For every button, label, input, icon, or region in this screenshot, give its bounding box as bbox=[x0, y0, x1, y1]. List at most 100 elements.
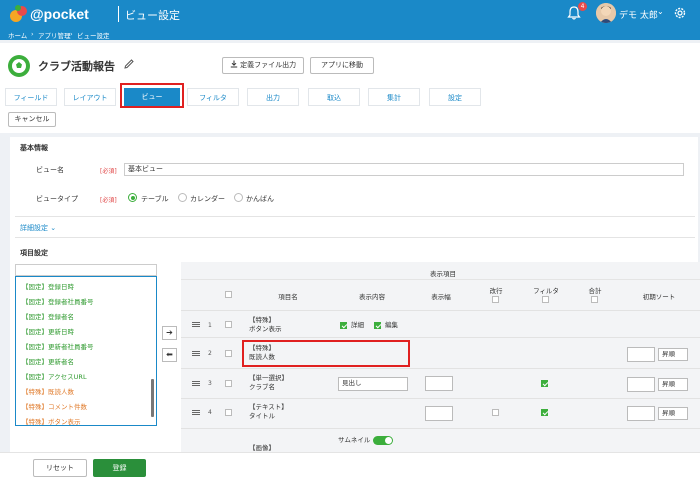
tab-settings[interactable]: 設定 bbox=[429, 88, 481, 106]
select-all-checkbox[interactable] bbox=[225, 291, 232, 298]
user-name[interactable]: デモ 太郎 bbox=[619, 8, 658, 21]
cancel-button[interactable]: キャンセル bbox=[8, 112, 56, 127]
row-checkbox[interactable] bbox=[225, 409, 232, 416]
breadcrumb-home[interactable]: ホーム bbox=[8, 30, 27, 40]
filter-all-checkbox[interactable] bbox=[542, 296, 549, 303]
sort-order-input[interactable] bbox=[627, 377, 655, 392]
required-badge: [必須] bbox=[100, 197, 117, 204]
width-input[interactable] bbox=[425, 406, 453, 421]
list-item[interactable]: 【固定】アクセスURL bbox=[22, 371, 87, 381]
row-type: 【特殊】 bbox=[249, 316, 275, 324]
total-all-checkbox[interactable] bbox=[591, 296, 598, 303]
brand-name[interactable]: @pocket bbox=[30, 6, 89, 22]
row-number: 2 bbox=[208, 350, 212, 357]
row-item-name: クラブ名 bbox=[249, 383, 275, 391]
tab-field[interactable]: フィールド bbox=[5, 88, 57, 106]
list-item[interactable]: 【固定】登録日時 bbox=[22, 281, 74, 291]
logo-icon bbox=[10, 5, 27, 22]
detail-checkbox[interactable] bbox=[340, 322, 347, 329]
arrow-left-icon[interactable]: ⬅ bbox=[162, 348, 177, 362]
gear-icon[interactable] bbox=[672, 5, 688, 21]
chevron-down-icon[interactable]: ⌄ bbox=[657, 7, 664, 16]
item-settings-heading: 項目設定 bbox=[20, 249, 48, 257]
row-number: 3 bbox=[208, 380, 212, 387]
detail-settings-label: 詳細設定 bbox=[20, 224, 48, 232]
reset-button[interactable]: リセット bbox=[33, 459, 87, 477]
divider bbox=[15, 216, 695, 217]
go-to-app-button[interactable]: アプリに移動 bbox=[310, 57, 374, 74]
list-item[interactable]: 【固定】登録者名 bbox=[22, 311, 74, 321]
row-divider bbox=[181, 337, 700, 338]
breadcrumb-app-admin[interactable]: アプリ管理 bbox=[38, 30, 71, 40]
basic-info-heading: 基本情報 bbox=[20, 144, 48, 152]
col-item-name: 項目名 bbox=[278, 293, 298, 301]
row-checkbox[interactable] bbox=[225, 350, 232, 357]
avatar-face-icon bbox=[596, 3, 616, 23]
app-title: クラブ活動報告 bbox=[38, 60, 115, 73]
tab-aggregate[interactable]: 集計 bbox=[368, 88, 420, 106]
wrap-all-checkbox[interactable] bbox=[492, 296, 499, 303]
list-item[interactable]: 【固定】更新者名 bbox=[22, 356, 74, 366]
save-button[interactable]: 登録 bbox=[93, 459, 146, 477]
filter-checkbox[interactable] bbox=[541, 409, 548, 416]
radio-kanban[interactable] bbox=[234, 193, 243, 202]
row-item-name: ボタン表示 bbox=[249, 325, 282, 333]
scrollbar-thumb[interactable] bbox=[151, 379, 154, 417]
edit-checkbox[interactable] bbox=[374, 322, 381, 329]
drag-handle-icon[interactable] bbox=[192, 351, 200, 356]
row-item-name: タイトル bbox=[249, 412, 275, 420]
row-checkbox[interactable] bbox=[225, 380, 232, 387]
width-input[interactable] bbox=[425, 376, 453, 391]
drag-handle-icon[interactable] bbox=[192, 322, 200, 327]
field-list[interactable]: 【固定】登録日時 【固定】登録者社員番号 【固定】登録者名 【固定】更新日時 【… bbox=[15, 276, 157, 426]
sort-direction-select[interactable]: 昇順 bbox=[658, 407, 688, 420]
divider bbox=[181, 279, 700, 280]
tab-filter[interactable]: フィルタ bbox=[187, 88, 239, 106]
filter-checkbox[interactable] bbox=[541, 380, 548, 387]
sort-direction-select[interactable]: 昇順 bbox=[658, 348, 688, 361]
arrow-right-icon[interactable]: ➔ bbox=[162, 326, 177, 340]
page-title: ビュー設定 bbox=[125, 9, 180, 22]
field-list-filter[interactable] bbox=[15, 264, 157, 276]
notification-badge: 4 bbox=[578, 2, 587, 11]
tab-highlight-box bbox=[120, 83, 184, 108]
detail-settings-toggle[interactable]: 詳細設定 ⌄ bbox=[20, 223, 56, 233]
list-item[interactable]: 【固定】更新者社員番号 bbox=[22, 341, 94, 351]
tab-output[interactable]: 出力 bbox=[247, 88, 299, 106]
list-item[interactable]: 【固定】更新日時 bbox=[22, 326, 74, 336]
tab-import[interactable]: 取込 bbox=[308, 88, 360, 106]
breadcrumb: ホーム › アプリ管理 › ビュー設定 bbox=[0, 28, 700, 40]
tab-layout[interactable]: レイアウト bbox=[64, 88, 116, 106]
sort-direction-select[interactable]: 昇順 bbox=[658, 378, 688, 391]
avatar[interactable] bbox=[596, 3, 616, 23]
sort-order-input[interactable] bbox=[627, 347, 655, 362]
sort-order-input[interactable] bbox=[627, 406, 655, 421]
divider bbox=[15, 237, 695, 238]
drag-handle-icon[interactable] bbox=[192, 410, 200, 415]
top-bar: @pocket ビュー設定 4 デモ 太郎 ⌄ bbox=[0, 0, 700, 28]
list-item[interactable]: 【特殊】コメント件数 bbox=[22, 401, 87, 411]
list-item[interactable]: 【特殊】既読人数 bbox=[22, 386, 74, 396]
row-type: 【単一選択】 bbox=[249, 374, 288, 382]
row-checkbox[interactable] bbox=[225, 321, 232, 328]
drag-handle-icon[interactable] bbox=[192, 381, 200, 386]
display-items-header: 表示項目 bbox=[430, 270, 456, 278]
wrap-checkbox[interactable] bbox=[492, 409, 499, 416]
list-item[interactable]: 【特殊】ボタン表示 bbox=[22, 416, 81, 426]
soccer-ball-icon bbox=[12, 59, 26, 73]
radio-calendar[interactable] bbox=[178, 193, 187, 202]
detail-option-label: 詳細 bbox=[351, 321, 364, 329]
col-filter: フィルタ bbox=[533, 287, 559, 295]
pencil-icon[interactable] bbox=[123, 58, 135, 70]
radio-table[interactable] bbox=[128, 193, 137, 202]
thumbnail-label: サムネイル bbox=[338, 436, 371, 444]
row-divider bbox=[181, 310, 700, 311]
export-definition-button[interactable]: 定義ファイル出力 bbox=[222, 57, 304, 74]
row-divider bbox=[181, 368, 700, 369]
view-name-input[interactable]: 基本ビュー bbox=[124, 163, 684, 176]
display-content-select[interactable]: 見出し bbox=[338, 377, 408, 391]
thumbnail-toggle[interactable] bbox=[373, 436, 393, 445]
col-display-content: 表示内容 bbox=[359, 293, 385, 301]
list-item[interactable]: 【固定】登録者社員番号 bbox=[22, 296, 94, 306]
download-icon bbox=[230, 60, 238, 68]
